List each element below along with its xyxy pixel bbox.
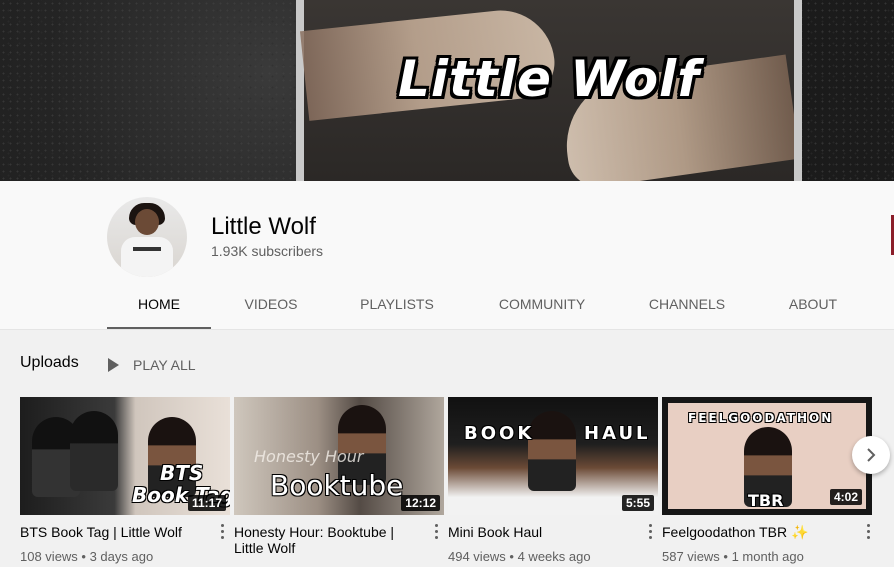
tab-about[interactable]: ABOUT	[773, 285, 853, 327]
more-vert-icon[interactable]	[646, 524, 654, 542]
shelf-title[interactable]: Uploads	[20, 354, 79, 372]
banner-frame-left	[296, 0, 304, 181]
play-all-label: PLAY ALL	[133, 357, 196, 373]
video-duration: 5:55	[621, 495, 654, 511]
video-duration: 12:12	[401, 495, 440, 511]
video-card[interactable]: BTS Book Tag 11:17 BTS Book Tag | Little…	[20, 397, 230, 564]
video-views: 587 views	[662, 549, 720, 564]
video-thumbnail[interactable]: BOOK HAUL 5:55	[448, 397, 658, 515]
thumbnail-text: BOOK	[464, 423, 535, 444]
thumbnail-text: TBR	[748, 491, 784, 510]
video-title[interactable]: Mini Book Haul	[448, 524, 634, 540]
tab-channels[interactable]: CHANNELS	[637, 285, 737, 327]
avatar-face	[135, 209, 159, 235]
video-views: 494 views	[448, 549, 506, 564]
video-thumbnail[interactable]: Honesty Hour Booktube 12:12	[234, 397, 444, 515]
video-meta: 494 views • 4 weeks ago	[448, 549, 591, 564]
channel-header: Little Wolf 1.93K subscribers HOME VIDEO…	[0, 181, 894, 330]
channel-avatar[interactable]	[107, 197, 187, 277]
channel-banner: Little Wolf	[0, 0, 894, 181]
more-vert-icon[interactable]	[218, 524, 226, 542]
tab-playlists[interactable]: PLAYLISTS	[343, 285, 451, 327]
more-vert-icon[interactable]	[432, 524, 440, 542]
shelf-next-button[interactable]	[852, 436, 890, 474]
video-card[interactable]: BOOK HAUL 5:55 Mini Book Haul 494 views …	[448, 397, 658, 564]
thumbnail-figure	[528, 411, 576, 491]
video-thumbnail[interactable]: FEELGOODATHON TBR 4:02	[662, 397, 872, 515]
video-title[interactable]: Honesty Hour: Booktube | Little Wolf	[234, 524, 420, 556]
video-views: 108 views	[20, 549, 78, 564]
video-card[interactable]: FEELGOODATHON TBR 4:02 Feelgoodathon TBR…	[662, 397, 872, 564]
thumbnail-text: Honesty Hour	[254, 447, 364, 466]
banner-title: Little Wolf	[398, 50, 700, 108]
play-icon	[108, 358, 119, 372]
video-title[interactable]: BTS Book Tag | Little Wolf	[20, 524, 206, 540]
play-all-button[interactable]: PLAY ALL	[108, 354, 196, 376]
video-age: 4 weeks ago	[517, 549, 591, 564]
video-card[interactable]: Honesty Hour Booktube 12:12 Honesty Hour…	[234, 397, 444, 556]
banner-frame-right	[794, 0, 802, 181]
channel-name: Little Wolf	[211, 213, 316, 240]
tab-community[interactable]: COMMUNITY	[483, 285, 601, 327]
tab-videos[interactable]: VIDEOS	[227, 285, 315, 327]
chevron-right-icon	[867, 448, 876, 462]
video-thumbnail[interactable]: BTS Book Tag 11:17	[20, 397, 230, 515]
avatar-shirt-print	[133, 247, 161, 251]
video-age: 1 month ago	[731, 549, 804, 564]
thumbnail-text: HAUL	[584, 423, 651, 444]
video-meta: 587 views • 1 month ago	[662, 549, 804, 564]
avatar-shirt	[121, 237, 173, 277]
video-age: 3 days ago	[89, 549, 154, 564]
subscriber-count: 1.93K subscribers	[211, 243, 324, 259]
tab-home[interactable]: HOME	[107, 285, 211, 330]
thumbnail-text: Booktube	[270, 469, 404, 502]
uploads-shelf: Uploads PLAY ALL BTS Book Tag 11:17 BTS …	[0, 330, 894, 567]
thumbnail-figure	[70, 411, 118, 491]
thumbnail-text: FEELGOODATHON	[688, 411, 834, 425]
thumbnail-text: BTS	[160, 461, 204, 485]
video-title[interactable]: Feelgoodathon TBR ✨	[662, 524, 848, 540]
more-vert-icon[interactable]	[864, 524, 872, 542]
video-meta: 108 views • 3 days ago	[20, 549, 154, 564]
video-duration: 11:17	[187, 495, 226, 511]
video-duration: 4:02	[829, 489, 862, 505]
